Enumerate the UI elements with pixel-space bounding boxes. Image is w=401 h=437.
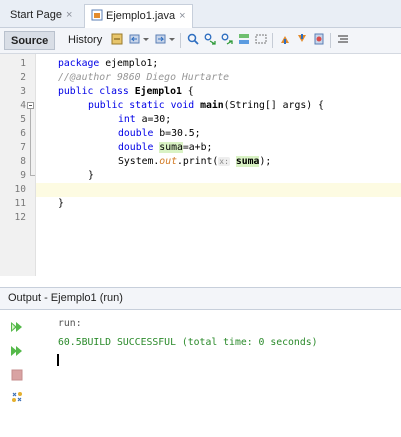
keyword: double (118, 142, 154, 153)
tab-start-page-label: Start Page (10, 9, 62, 21)
line-number: 6 (20, 128, 26, 139)
line-number: 4 (20, 100, 26, 111)
output-line-result: 60.5BUILD SUCCESSFUL (total time: 0 seco… (58, 337, 318, 348)
rerun-with-options-icon[interactable] (10, 344, 24, 358)
find-next-icon[interactable] (220, 32, 234, 46)
run-statistics-icon[interactable] (10, 390, 24, 404)
current-line-highlight (36, 183, 401, 197)
code-text: { (181, 86, 194, 97)
code-editor[interactable]: 1 2 3 4 5 6 7 8 9 10 11 12 package ejemp… (0, 54, 401, 276)
text-caret (57, 354, 59, 366)
back-icon[interactable] (128, 32, 142, 46)
code-line-9: } (88, 170, 94, 181)
editor-toolbar: Source History (0, 28, 401, 54)
code-line-4: public static void main(String[] args) { (88, 100, 324, 112)
next-bookmark-icon[interactable] (295, 32, 309, 46)
keyword: int (118, 114, 136, 125)
code-text: =a+b; (182, 142, 213, 153)
line-number: 1 (20, 58, 26, 69)
editor-tab-bar: Start Page × Ejemplo1.java × (0, 0, 401, 28)
class-name: Ejemplo1 (134, 86, 182, 97)
code-text: b=30.5; (153, 128, 201, 139)
output-line-run: run: (58, 318, 82, 329)
keyword: public static void (88, 100, 195, 111)
close-icon[interactable]: × (66, 9, 72, 21)
code-line-5: int a=30; (118, 114, 171, 126)
java-file-icon (91, 9, 103, 21)
parameter-hint: x: (218, 157, 230, 166)
forward-icon[interactable] (154, 32, 168, 46)
line-number: 2 (20, 72, 26, 83)
code-line-8: System.out.print(x: suma); (118, 156, 271, 168)
code-line-2: //@author 9860 Diego Hurtarte (58, 72, 230, 83)
line-number: 9 (20, 170, 26, 181)
shift-line-icon[interactable] (336, 32, 350, 46)
code-text: a=30; (135, 114, 172, 125)
code-line-3: public class Ejemplo1 { (58, 86, 194, 98)
tab-ejemplo1-java-label: Ejemplo1.java (106, 10, 176, 22)
keyword: double (118, 128, 154, 139)
toggle-bookmark-icon[interactable] (312, 32, 326, 46)
code-text: ejemplo1; (99, 58, 159, 69)
find-previous-icon[interactable] (203, 32, 217, 46)
code-line-6: double b=30.5; (118, 128, 201, 140)
code-line-11: } (58, 198, 64, 209)
method-name: main (200, 100, 224, 111)
fold-guide (30, 109, 31, 175)
rerun-icon[interactable] (10, 320, 24, 334)
output-window-title[interactable]: Output - Ejemplo1 (run) (0, 287, 401, 310)
tab-start-page[interactable]: Start Page × (4, 4, 78, 28)
stop-icon[interactable] (10, 368, 24, 382)
source-button[interactable]: Source (4, 31, 56, 50)
variable-highlight: suma (159, 142, 183, 153)
previous-bookmark-icon[interactable] (278, 32, 292, 46)
output-side-toolbar (0, 310, 30, 437)
line-number: 5 (20, 114, 26, 125)
code-line-1: package ejemplo1; (58, 58, 158, 70)
close-icon[interactable]: × (179, 10, 185, 22)
line-number: 7 (20, 142, 26, 153)
variable-highlight: suma (235, 156, 260, 167)
toolbar-separator (272, 33, 273, 48)
code-text: System. (118, 156, 160, 167)
line-number: 12 (14, 212, 26, 223)
search-icon[interactable] (186, 32, 200, 46)
fold-toggle-icon[interactable] (27, 102, 34, 109)
line-number: 3 (20, 86, 26, 97)
line-number: 11 (14, 198, 26, 209)
code-text: ); (259, 156, 272, 167)
tab-ejemplo1-java[interactable]: Ejemplo1.java × (84, 4, 193, 28)
fold-end (30, 175, 35, 176)
rectangular-selection-icon[interactable] (254, 32, 268, 46)
chevron-down-icon[interactable] (142, 32, 150, 46)
history-button[interactable]: History (62, 31, 108, 50)
keyword: public class (58, 86, 129, 97)
toolbar-separator (180, 33, 181, 48)
toggle-highlight-icon[interactable] (237, 32, 251, 46)
code-text: (String[] args) { (223, 100, 324, 111)
toolbar-separator (330, 33, 331, 48)
code-text: .print( (177, 156, 219, 167)
last-edit-icon[interactable] (110, 32, 124, 46)
line-number: 8 (20, 156, 26, 167)
line-number-gutter: 1 2 3 4 5 6 7 8 9 10 11 12 (0, 54, 36, 276)
static-field: out (159, 156, 177, 167)
keyword: package (58, 58, 100, 69)
code-line-7: double suma=a+b; (118, 142, 212, 154)
line-number: 10 (14, 184, 26, 195)
chevron-down-icon[interactable] (168, 32, 176, 46)
